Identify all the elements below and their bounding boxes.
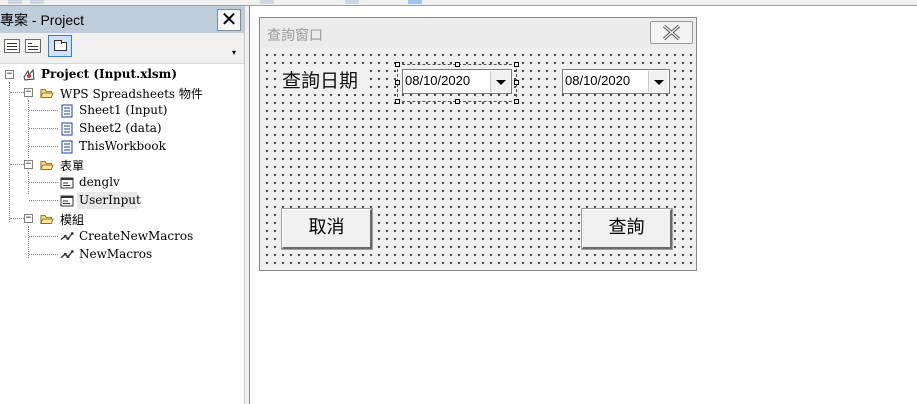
form-close-button[interactable] xyxy=(650,21,693,44)
end-date-combobox[interactable]: 08/10/2020 xyxy=(562,69,670,94)
resize-handle[interactable] xyxy=(514,99,519,104)
query-button[interactable]: 查詢 xyxy=(581,208,673,250)
close-icon xyxy=(662,24,681,41)
tree-item-form-userinput[interactable]: UserInput xyxy=(0,192,244,210)
open-folder-icon xyxy=(40,215,54,224)
toolbar-button[interactable] xyxy=(408,0,422,4)
resize-handle[interactable] xyxy=(455,99,460,104)
resize-handle[interactable] xyxy=(395,99,400,104)
start-date-combobox[interactable]: 08/10/2020 xyxy=(402,69,512,94)
explorer-title: 專案 - Project xyxy=(0,12,85,28)
module-icon xyxy=(60,250,74,259)
resize-handle[interactable] xyxy=(395,62,400,67)
view-object-button[interactable] xyxy=(25,39,41,53)
tree-item-form-denglv[interactable]: denglv xyxy=(0,174,244,192)
collapse-toggle[interactable]: − xyxy=(24,214,33,223)
userform-icon xyxy=(60,195,74,207)
worksheet-icon xyxy=(61,104,73,118)
module-icon xyxy=(60,232,74,241)
userform-icon xyxy=(60,177,74,189)
folder-icon xyxy=(54,40,67,51)
chevron-down-icon xyxy=(496,80,506,85)
resize-handle[interactable] xyxy=(514,62,519,67)
worksheet-icon xyxy=(61,122,73,136)
tree-item-forms-folder[interactable]: − 表單 xyxy=(0,156,244,174)
tree-item-module-newmacros[interactable]: NewMacros xyxy=(0,246,244,264)
chevron-down-icon xyxy=(654,80,664,85)
collapse-toggle[interactable]: − xyxy=(24,160,33,169)
form-title: 查詢窗口 xyxy=(267,28,323,44)
tree-item-sheet2[interactable]: Sheet2 (data) xyxy=(0,120,244,138)
workbook-icon xyxy=(61,140,73,154)
panel-splitter[interactable] xyxy=(244,6,250,404)
explorer-title-bar: 專案 - Project ✕ xyxy=(0,6,244,33)
toolbar-button[interactable] xyxy=(260,0,274,4)
project-tree: − Project (Input.xlsm) − WPS Spreadsheet… xyxy=(0,64,244,404)
tree-item-modules-folder[interactable]: − 模組 xyxy=(0,210,244,228)
toolbar-button[interactable] xyxy=(30,0,44,4)
userform-designer[interactable]: 查詢窗口 查詢日期 08/10/2020 08/10/2020 取消 查詢 xyxy=(259,17,697,271)
tree-item-module-createnewmacros[interactable]: CreateNewMacros xyxy=(0,228,244,246)
open-folder-icon xyxy=(40,89,54,98)
form-title-bar: 查詢窗口 xyxy=(260,18,696,48)
dropdown-button[interactable] xyxy=(648,71,668,92)
close-button[interactable]: ✕ xyxy=(217,9,241,31)
tree-item-objects-folder[interactable]: − WPS Spreadsheets 物件 xyxy=(0,84,244,102)
view-code-button[interactable] xyxy=(4,39,20,53)
toolbar-button[interactable] xyxy=(345,0,359,4)
cancel-button[interactable]: 取消 xyxy=(281,208,373,250)
open-folder-icon xyxy=(40,161,54,170)
tree-item-project[interactable]: − Project (Input.xlsm) xyxy=(0,66,244,84)
project-explorer: 專案 - Project ✕ ▾ − Project (Input.xlsm) … xyxy=(0,6,244,404)
resize-handle[interactable] xyxy=(514,80,519,85)
resize-handle[interactable] xyxy=(395,80,400,85)
end-date-value: 08/10/2020 xyxy=(565,73,631,88)
tree-item-thisworkbook[interactable]: ThisWorkbook xyxy=(0,138,244,156)
toolbar-dropdown-arrow[interactable]: ▾ xyxy=(232,48,236,57)
dropdown-button[interactable] xyxy=(490,71,510,92)
collapse-toggle[interactable]: − xyxy=(5,70,14,79)
tree-item-sheet1[interactable]: Sheet1 (Input) xyxy=(0,102,244,120)
toolbar-button[interactable] xyxy=(8,0,22,4)
project-icon xyxy=(23,68,35,81)
start-date-value: 08/10/2020 xyxy=(405,73,471,88)
collapse-toggle[interactable]: − xyxy=(24,88,33,97)
toggle-folders-button[interactable] xyxy=(48,35,72,57)
resize-handle[interactable] xyxy=(455,62,460,67)
date-label: 查詢日期 xyxy=(282,66,370,92)
explorer-toolbar: ▾ xyxy=(0,33,244,64)
form-grid-canvas[interactable]: 查詢日期 08/10/2020 08/10/2020 取消 查詢 xyxy=(260,48,696,270)
